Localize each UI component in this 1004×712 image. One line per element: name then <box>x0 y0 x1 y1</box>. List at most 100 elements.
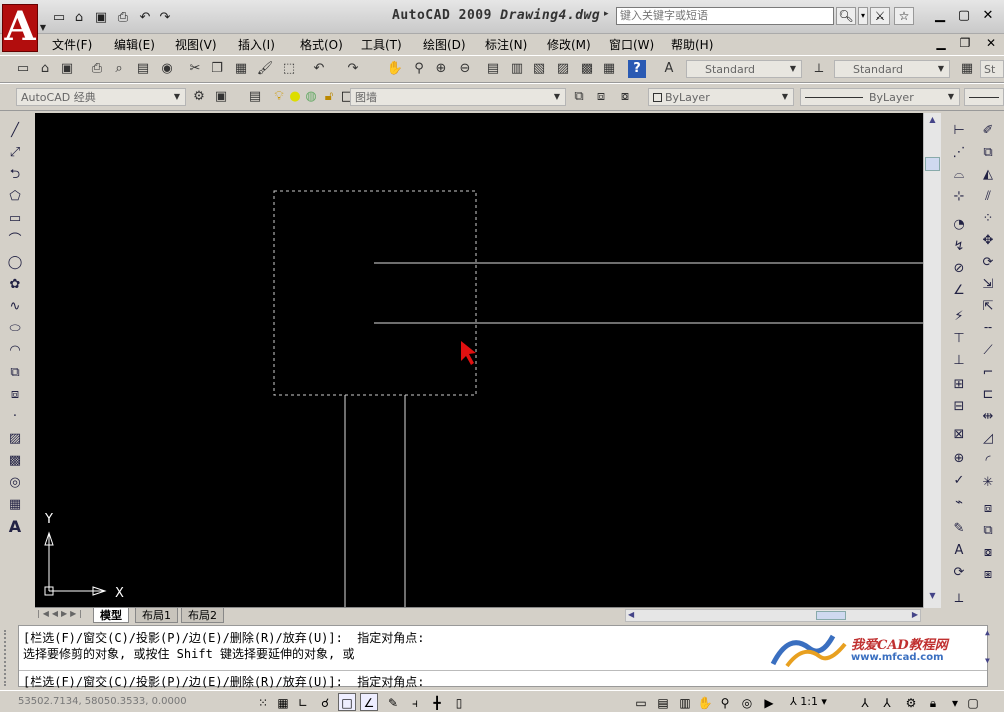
menu-edit[interactable]: 编辑(E) <box>114 36 155 53</box>
tab-layout2[interactable]: 布局2 <box>181 608 224 623</box>
spline-icon[interactable]: ∿ <box>5 297 25 317</box>
stretch-icon[interactable]: ⇱ <box>978 297 998 317</box>
clean-screen-icon[interactable]: ▢ <box>964 693 982 711</box>
command-window[interactable]: [栏选(F)/窗交(C)/投影(P)/边(E)/删除(R)/放弃(U)]: 指定… <box>18 625 990 690</box>
qnew-icon[interactable]: ▭ <box>14 60 32 78</box>
lock-icon[interactable]: 🔒︎ <box>924 693 942 711</box>
gradient-icon[interactable]: ▩ <box>5 451 25 471</box>
chamfer-icon[interactable]: ◿ <box>978 429 998 449</box>
undo-icon[interactable]: ↶ <box>310 60 328 78</box>
mirror-icon[interactable]: ◭ <box>978 165 998 185</box>
linetype-select[interactable]: ByLayer ▼ <box>800 88 960 106</box>
make-current-layer-icon[interactable]: ⧉ <box>570 88 588 106</box>
scroll-up-icon[interactable]: ▲ <box>925 115 940 129</box>
rectangle-icon[interactable]: ▭ <box>5 209 25 229</box>
favorites-icon[interactable]: ☆ <box>894 7 914 25</box>
expand-arrow-icon[interactable]: ▸ <box>604 9 609 19</box>
drawing-canvas[interactable]: Y X <box>35 113 923 608</box>
tab-nav-arrows-icon[interactable]: |◀◀▶▶| <box>37 609 85 618</box>
tolerance-icon[interactable]: ⊠ <box>949 425 969 445</box>
aligned-dim-icon[interactable]: ⋰ <box>949 143 969 163</box>
scroll-right-icon[interactable]: ▶ <box>912 610 918 619</box>
redo-icon[interactable]: ↷ <box>344 60 362 78</box>
move-icon[interactable]: ✥ <box>978 231 998 251</box>
layer-previous-icon[interactable]: ⧈ <box>592 88 610 106</box>
dynamic-ucs-icon[interactable]: ✎ <box>384 693 402 711</box>
dim-style-icon[interactable]: ⟂ <box>949 589 969 609</box>
layer-lock-icon[interactable]: 🔓︎ <box>320 88 338 106</box>
auto-scale-icon[interactable]: ⅄ <box>878 693 896 711</box>
plot-icon[interactable]: ⎙ <box>88 60 106 78</box>
menu-dimension[interactable]: 标注(N) <box>485 36 527 53</box>
dim-update-icon[interactable]: ⟳ <box>949 563 969 583</box>
menu-insert[interactable]: 插入(I) <box>238 36 275 53</box>
lineweight-icon[interactable]: ╋ <box>428 693 446 711</box>
dim-space-icon[interactable]: ⊞ <box>949 375 969 395</box>
minimize-button[interactable]: ▁ <box>930 8 950 24</box>
revision-cloud-icon[interactable]: ✿ <box>5 275 25 295</box>
coordinate-display[interactable]: 53502.7134, 58050.3533, 0.0000 <box>18 696 187 707</box>
save-icon[interactable]: ▣ <box>58 60 76 78</box>
polyline-icon[interactable]: ⮌ <box>5 165 25 185</box>
join-icon[interactable]: ⇹ <box>978 407 998 427</box>
jogged-dim-icon[interactable]: ↯ <box>949 237 969 257</box>
scale-icon[interactable]: ⇲ <box>978 275 998 295</box>
arc-icon[interactable]: ⌒ <box>5 231 25 251</box>
copy-object-icon[interactable]: ⧉ <box>978 143 998 163</box>
publish-icon[interactable]: ▤ <box>134 60 152 78</box>
continue-dim-icon[interactable]: ⊥ <box>949 351 969 371</box>
annotation-visibility-icon[interactable]: ⅄ <box>856 693 874 711</box>
grid-mode-icon[interactable]: ▦ <box>274 693 292 711</box>
menu-tools[interactable]: 工具(T) <box>361 36 402 53</box>
new-file-icon[interactable]: ▭ <box>50 10 68 26</box>
jogged-linear-icon[interactable]: ⌁ <box>949 493 969 513</box>
menu-window[interactable]: 窗口(W) <box>609 36 654 53</box>
zoom-realtime-icon[interactable]: ⚲ <box>410 60 428 78</box>
bring-front-icon[interactable]: ⧉ <box>978 521 998 541</box>
inspection-icon[interactable]: ✓ <box>949 471 969 491</box>
showmotion-icon[interactable]: ▶ <box>760 693 778 711</box>
open-file-icon[interactable]: ⌂ <box>70 10 88 26</box>
steering-wheel-icon[interactable]: ◎ <box>738 693 756 711</box>
ordinate-dim-icon[interactable]: ⊹ <box>949 187 969 207</box>
search-icon[interactable]: 🔍︎ <box>836 7 856 25</box>
text-style-icon[interactable]: A <box>660 60 678 78</box>
color-select[interactable]: ByLayer ▼ <box>648 88 794 106</box>
dim-text-edit-icon[interactable]: A <box>949 541 969 561</box>
design-center-icon[interactable]: ▥ <box>508 60 526 78</box>
menu-help[interactable]: 帮助(H) <box>671 36 713 53</box>
quick-view-icon[interactable]: ▥ <box>676 693 694 711</box>
snap-mode-icon[interactable]: ⁙ <box>254 693 272 711</box>
table-style-select[interactable]: St <box>980 60 1004 78</box>
array-icon[interactable]: ⁘ <box>978 209 998 229</box>
save-icon[interactable]: ▣ <box>92 10 110 26</box>
break-icon[interactable]: ⊏ <box>978 385 998 405</box>
trim-icon[interactable]: ╌ <box>978 319 998 339</box>
communication-center-icon[interactable]: ⚔ <box>870 7 890 25</box>
polygon-icon[interactable]: ⬠ <box>5 187 25 207</box>
tab-layout1[interactable]: 布局1 <box>135 608 178 623</box>
fillet-icon[interactable]: ◜ <box>978 451 998 471</box>
point-icon[interactable]: · <box>5 407 25 427</box>
pan-icon[interactable]: ✋ <box>386 60 404 78</box>
copy-icon[interactable]: ❐ <box>208 60 226 78</box>
tab-model[interactable]: 模型 <box>93 608 129 623</box>
plot-preview-icon[interactable]: ⌕ <box>110 60 128 78</box>
horizontal-scrollbar[interactable]: ◀ ▶ <box>625 609 921 622</box>
zoom-window-icon[interactable]: ⊕ <box>432 60 450 78</box>
model-space-icon[interactable]: ▭ <box>632 693 650 711</box>
region-icon[interactable]: ◎ <box>5 473 25 493</box>
scroll-left-icon[interactable]: ◀ <box>628 610 634 619</box>
ortho-mode-icon[interactable]: ∟ <box>294 693 312 711</box>
send-back-icon[interactable]: ⧇ <box>978 543 998 563</box>
scroll-down-icon[interactable]: ▼ <box>985 656 990 665</box>
command-prompt[interactable]: [栏选(F)/窗交(C)/投影(P)/边(E)/删除(R)/放弃(U)]: 指定… <box>23 673 425 690</box>
break-at-point-icon[interactable]: ⌐ <box>978 363 998 383</box>
markup-icon[interactable]: ▩ <box>578 60 596 78</box>
cut-icon[interactable]: ✂ <box>186 60 204 78</box>
paste-icon[interactable]: ▦ <box>232 60 250 78</box>
text-style-select[interactable]: Standard ▼ <box>686 60 802 78</box>
block-editor-icon[interactable]: ⬚ <box>280 60 298 78</box>
baseline-dim-icon[interactable]: ⊤ <box>949 329 969 349</box>
scroll-thumb[interactable] <box>816 611 846 620</box>
